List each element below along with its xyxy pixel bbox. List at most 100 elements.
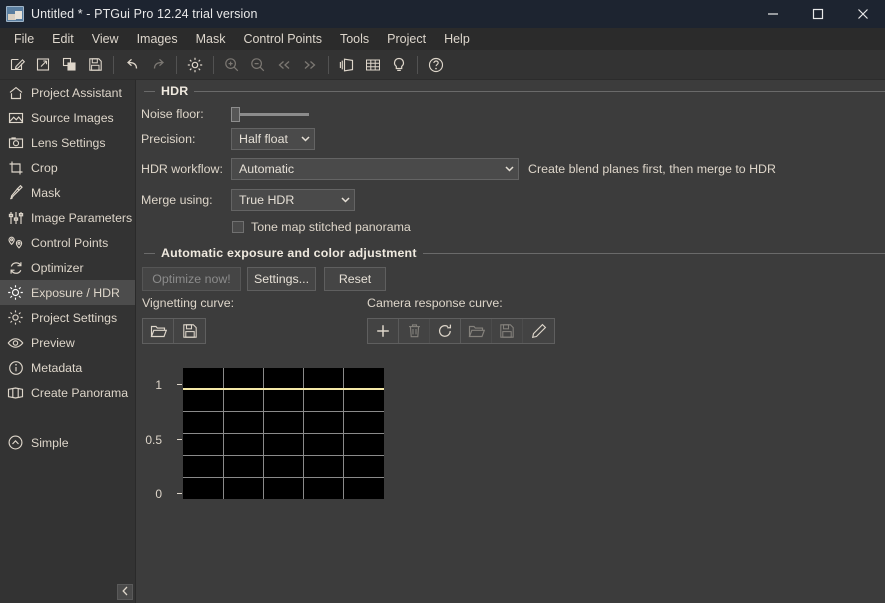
merge-using-row: Merge using: True HDR [141, 189, 355, 211]
save-project-icon[interactable] [82, 53, 108, 77]
sidebar-item-control-points[interactable]: Control Points [0, 230, 135, 255]
zoom-in-icon[interactable] [219, 53, 245, 77]
new-project-icon[interactable] [4, 53, 30, 77]
edit-pencil-icon[interactable] [523, 319, 554, 343]
panorama-editor-icon[interactable] [334, 53, 360, 77]
toolbar-separator [176, 56, 177, 74]
tone-map-checkbox-row[interactable]: Tone map stitched panorama [232, 220, 411, 234]
sidebar: Project Assistant Source Images Lens Set… [0, 80, 136, 603]
minimize-button[interactable] [750, 0, 795, 28]
add-images-icon[interactable] [56, 53, 82, 77]
sidebar-item-optimizer[interactable]: Optimizer [0, 255, 135, 280]
menu-mask[interactable]: Mask [187, 29, 235, 49]
sidebar-mode-toggle[interactable]: Simple [0, 430, 135, 455]
sidebar-item-create-panorama[interactable]: Create Panorama [0, 380, 135, 405]
merge-using-combo[interactable]: True HDR [231, 189, 355, 211]
chart-ytick-dash [177, 493, 182, 494]
sidebar-label: Optimizer [31, 261, 84, 275]
menu-file[interactable]: File [5, 29, 43, 49]
sidebar-label: Source Images [31, 111, 114, 125]
brush-icon [7, 184, 24, 201]
settings-button[interactable]: Settings... [247, 267, 316, 291]
menu-tools[interactable]: Tools [331, 29, 378, 49]
pins-icon [7, 234, 24, 251]
chevron-left-icon [121, 583, 130, 601]
lightbulb-icon[interactable] [386, 53, 412, 77]
sidebar-item-lens-settings[interactable]: Lens Settings [0, 130, 135, 155]
chevron-down-icon [341, 197, 350, 203]
sidebar-item-mask[interactable]: Mask [0, 180, 135, 205]
save-disk-icon[interactable] [492, 319, 523, 343]
grid-icon[interactable] [360, 53, 386, 77]
panorama-icon [7, 384, 24, 401]
chart-plot-area[interactable] [183, 368, 384, 499]
folder-open-icon[interactable] [143, 319, 174, 343]
hdr-group: HDR [136, 84, 885, 98]
chevron-down-icon [301, 136, 310, 142]
sidebar-item-image-parameters[interactable]: Image Parameters [0, 205, 135, 230]
group-rule [194, 91, 885, 92]
camera-response-iconbar [367, 318, 555, 344]
toolbar-separator [113, 56, 114, 74]
menu-view[interactable]: View [83, 29, 128, 49]
trash-icon[interactable] [399, 319, 430, 343]
folder-open-icon[interactable] [461, 319, 492, 343]
sidebar-item-project-assistant[interactable]: Project Assistant [0, 80, 135, 105]
camera-response-toolbar [367, 318, 555, 344]
hdr-workflow-row: HDR workflow: Automatic Create blend pla… [141, 158, 776, 180]
gridline-h [183, 433, 384, 434]
menu-project[interactable]: Project [378, 29, 435, 49]
next-icon[interactable] [297, 53, 323, 77]
sidebar-item-preview[interactable]: Preview [0, 330, 135, 355]
crop-icon [7, 159, 24, 176]
reset-button[interactable]: Reset [324, 267, 386, 291]
maximize-button[interactable] [795, 0, 840, 28]
slider-thumb[interactable] [231, 107, 240, 122]
sidebar-mode-label: Simple [31, 436, 69, 450]
menu-images[interactable]: Images [128, 29, 187, 49]
toolbar-separator [417, 56, 418, 74]
chart-ytick-label: 1 [140, 378, 162, 392]
close-button[interactable] [840, 0, 885, 28]
preferences-gear-icon[interactable] [182, 53, 208, 77]
precision-combo[interactable]: Half float [231, 128, 315, 150]
hdr-group-header: HDR [136, 84, 885, 98]
save-disk-icon[interactable] [174, 319, 205, 343]
app-icon [6, 6, 24, 22]
previous-icon[interactable] [271, 53, 297, 77]
sidebar-label: Image Parameters [31, 211, 132, 225]
chart-ytick-label: 0.5 [140, 433, 162, 447]
sidebar-item-exposure-hdr[interactable]: Exposure / HDR [0, 280, 135, 305]
sidebar-item-metadata[interactable]: Metadata [0, 355, 135, 380]
open-project-icon[interactable] [30, 53, 56, 77]
plus-icon[interactable] [368, 319, 399, 343]
hdr-workflow-combo[interactable]: Automatic [231, 158, 519, 180]
slider-track [237, 113, 309, 116]
collapse-sidebar-button[interactable] [117, 584, 133, 600]
refresh-icon[interactable] [430, 319, 461, 343]
gridline-h [183, 455, 384, 456]
sidebar-label: Control Points [31, 236, 108, 250]
toolbar-separator [328, 56, 329, 74]
menu-control-points[interactable]: Control Points [234, 29, 331, 49]
sidebar-spacer [0, 405, 135, 430]
toolbar [0, 50, 885, 80]
help-icon[interactable] [423, 53, 449, 77]
tone-map-checkbox[interactable] [232, 221, 244, 233]
optimize-now-button[interactable]: Optimize now! [142, 267, 241, 291]
sidebar-item-crop[interactable]: Crop [0, 155, 135, 180]
redo-icon[interactable] [145, 53, 171, 77]
window-controls [750, 0, 885, 28]
sidebar-item-project-settings[interactable]: Project Settings [0, 305, 135, 330]
sidebar-label: Mask [31, 186, 60, 200]
sidebar-label: Exposure / HDR [31, 286, 120, 300]
menu-edit[interactable]: Edit [43, 29, 83, 49]
sidebar-item-source-images[interactable]: Source Images [0, 105, 135, 130]
zoom-out-icon[interactable] [245, 53, 271, 77]
menu-help[interactable]: Help [435, 29, 479, 49]
auto-exposure-group: Automatic exposure and color adjustment [136, 246, 885, 260]
noise-floor-label: Noise floor: [141, 107, 231, 121]
sliders-icon [7, 209, 24, 226]
noise-floor-slider[interactable] [231, 106, 309, 122]
undo-icon[interactable] [119, 53, 145, 77]
